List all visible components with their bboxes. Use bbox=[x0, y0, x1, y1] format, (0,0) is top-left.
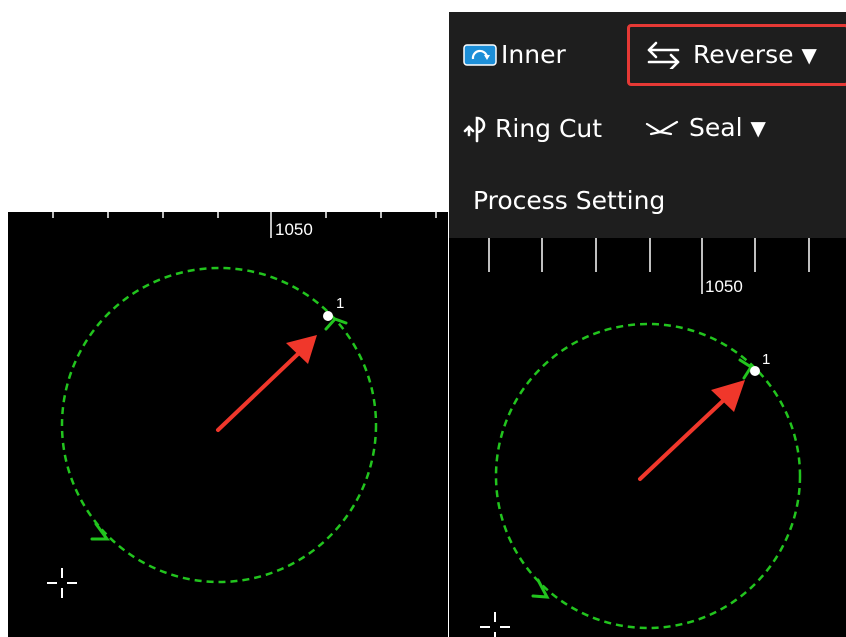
reverse-label: Reverse bbox=[693, 40, 794, 69]
reverse-button[interactable]: Reverse ▼ bbox=[645, 40, 817, 69]
left-canvas-view[interactable]: 1050 1 bbox=[8, 212, 448, 637]
crosshair-icon bbox=[47, 568, 77, 598]
ruler-label: 1050 bbox=[705, 277, 743, 296]
seal-label: Seal bbox=[689, 113, 743, 142]
ring-cut-icon bbox=[463, 113, 493, 143]
seal-button[interactable]: Seal ▼ bbox=[645, 113, 766, 142]
right-canvas-view[interactable]: 1050 1 bbox=[449, 238, 846, 637]
annotation-arrow bbox=[216, 335, 317, 432]
ruler-ticks bbox=[52, 212, 437, 238]
start-point[interactable] bbox=[750, 366, 760, 376]
start-point[interactable] bbox=[323, 311, 333, 321]
annotation-arrow bbox=[638, 380, 745, 481]
ring-cut-button[interactable]: Ring Cut bbox=[463, 113, 602, 143]
caret-down-icon[interactable]: ▼ bbox=[802, 43, 817, 67]
inner-icon bbox=[463, 42, 497, 68]
ring-cut-label: Ring Cut bbox=[495, 113, 603, 143]
toolbar: Inner Reverse ▼ Ring Cut Seal ▼ Process … bbox=[449, 12, 846, 238]
start-direction-marker-icon bbox=[738, 358, 754, 380]
ruler-ticks bbox=[488, 238, 810, 294]
process-setting-button[interactable]: Process Setting bbox=[473, 186, 665, 215]
inner-button[interactable]: Inner bbox=[463, 40, 566, 69]
start-point-label: 1 bbox=[762, 351, 770, 368]
crosshair-icon bbox=[480, 612, 510, 637]
ruler-label: 1050 bbox=[275, 220, 313, 239]
process-setting-label: Process Setting bbox=[473, 186, 666, 215]
start-point-label: 1 bbox=[336, 295, 344, 312]
seal-icon bbox=[645, 116, 679, 140]
caret-down-icon[interactable]: ▼ bbox=[751, 116, 766, 140]
reverse-icon bbox=[645, 41, 683, 69]
inner-label: Inner bbox=[501, 40, 566, 69]
